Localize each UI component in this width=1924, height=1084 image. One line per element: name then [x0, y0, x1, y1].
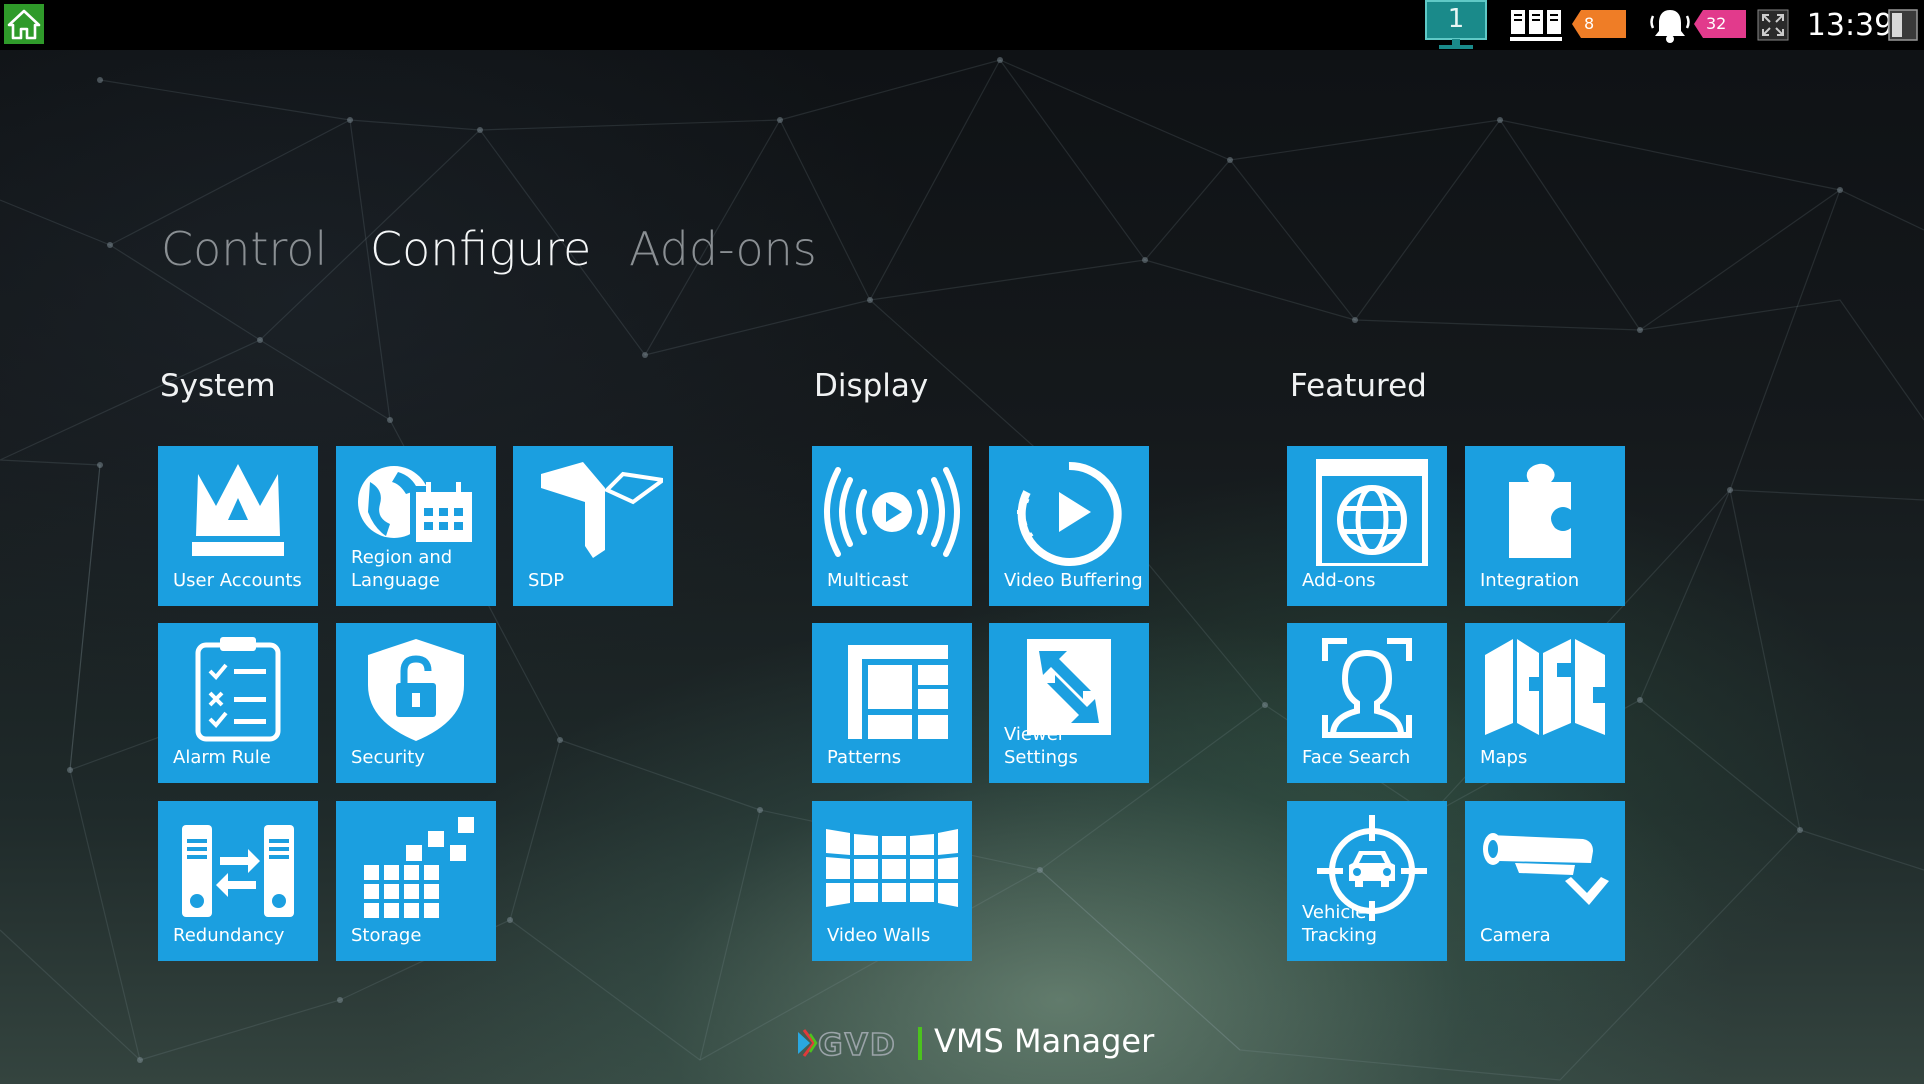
tile-viewer-settings[interactable]: Viewer Settings [989, 623, 1149, 783]
alarm-bell-icon[interactable] [1648, 6, 1692, 44]
tile-vehicle-tracking[interactable]: Vehicle Tracking [1287, 801, 1447, 961]
tile-redundancy[interactable]: Redundancy [158, 801, 318, 961]
section-title-featured: Featured [1290, 368, 1427, 404]
home-button[interactable] [4, 4, 44, 44]
tile-region-and-language[interactable]: Region and Language [336, 446, 496, 606]
tile-label: Face Search [1302, 747, 1411, 768]
monitor-selector[interactable]: 1 [1423, 0, 1489, 50]
tab-control[interactable]: Control [161, 222, 327, 276]
tile-label: Alarm Rule [173, 747, 271, 768]
tile-security[interactable]: Security [336, 623, 496, 783]
tab-add-ons[interactable]: Add-ons [629, 222, 817, 276]
tile-label: Viewer Settings [1004, 724, 1078, 768]
section-title-system: System [160, 368, 276, 404]
clock: 13:39 [1806, 8, 1894, 43]
footer-separator [918, 1027, 922, 1060]
broadcast-play-icon [824, 467, 960, 557]
folded-map-icon [1485, 639, 1605, 735]
video-wall-icon [826, 829, 958, 907]
face-scan-icon [1322, 638, 1412, 738]
tile-label: Patterns [827, 747, 902, 768]
tile-face-search[interactable]: Face Search [1287, 623, 1447, 783]
tile-sdp[interactable]: SDP [513, 446, 673, 606]
shield-lock-icon [368, 639, 464, 741]
tile-video-walls[interactable]: Video Walls [812, 801, 972, 961]
tile-label: Maps [1480, 747, 1528, 768]
tile-video-buffering[interactable]: Video Buffering [989, 446, 1149, 606]
browser-globe-icon [1316, 459, 1428, 566]
section-title-display: Display [814, 368, 929, 404]
puzzle-icon [1509, 463, 1571, 558]
tile-label: Add-ons [1302, 570, 1376, 591]
tile-alarm-rule[interactable]: Alarm Rule [158, 623, 318, 783]
crown-icon [192, 464, 284, 556]
checklist-icon [195, 637, 281, 742]
tab-configure[interactable]: Configure [370, 222, 591, 276]
app-title: VMS Manager [934, 1022, 1155, 1060]
tile-label: Security [351, 747, 425, 768]
buffering-play-icon [1017, 461, 1122, 566]
tile-label: Region and Language [351, 547, 453, 591]
monitor-number: 1 [1447, 4, 1465, 34]
tile-integration[interactable]: Integration [1465, 446, 1625, 606]
grid-pattern-icon [848, 645, 948, 739]
storage-blocks-icon [364, 817, 474, 918]
tile-storage[interactable]: Storage [336, 801, 496, 961]
servers-count-badge: 8 [1572, 10, 1626, 38]
tile-maps[interactable]: Maps [1465, 623, 1625, 783]
side-panel-icon[interactable] [1888, 9, 1918, 41]
tile-camera[interactable]: Camera [1465, 801, 1625, 961]
tile-label: Camera [1480, 925, 1551, 946]
fullscreen-icon[interactable] [1757, 9, 1789, 41]
servers-icon[interactable] [1510, 8, 1562, 42]
tile-patterns[interactable]: Patterns [812, 623, 972, 783]
tile-label: Multicast [827, 570, 909, 591]
tile-add-ons[interactable]: Add-ons [1287, 446, 1447, 606]
brand-logo-text: GVD [818, 1028, 897, 1060]
tile-multicast[interactable]: Multicast [812, 446, 972, 606]
tile-label: Integration [1480, 570, 1580, 591]
top-bar: 1 8 32 13:39 [0, 0, 1924, 50]
alarms-count-badge: 32 [1694, 10, 1746, 38]
brand-logo: GVD [798, 1027, 897, 1060]
tile-label: Video Buffering [1004, 570, 1143, 591]
tile-label: User Accounts [173, 570, 302, 591]
tile-label: Vehicle Tracking [1302, 902, 1377, 946]
sdp-icon [541, 462, 663, 558]
tile-label: Storage [351, 925, 422, 946]
cctv-camera-icon [1483, 833, 1609, 905]
tile-user-accounts[interactable]: User Accounts [158, 446, 318, 606]
server-transfer-icon [182, 825, 294, 917]
tile-label: Redundancy [173, 925, 285, 946]
tile-label: SDP [528, 570, 565, 591]
home-icon [7, 9, 41, 40]
tile-label: Video Walls [827, 925, 931, 946]
